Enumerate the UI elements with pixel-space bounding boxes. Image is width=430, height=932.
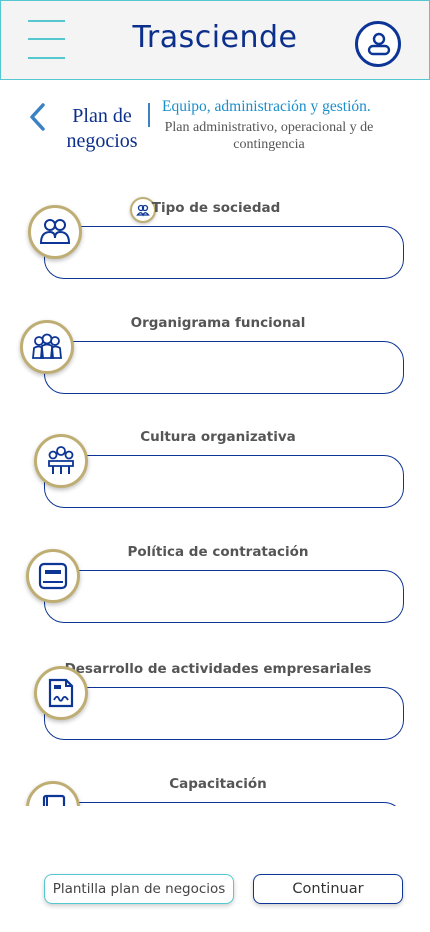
capacitacion-input[interactable]: [44, 802, 404, 806]
section-title: Plan de negocios: [66, 105, 138, 152]
document-icon: [26, 549, 80, 603]
form-scroll-area[interactable]: Tipo de sociedad Organigrama funcional C…: [0, 180, 430, 806]
section-description: Plan administrativo, operacional y de co…: [164, 120, 374, 152]
desarrollo-input[interactable]: [44, 687, 404, 740]
chevron-left-icon: [30, 103, 45, 131]
field-label: Organigrama funcional: [130, 315, 306, 331]
team-icon: [20, 320, 74, 374]
field-label: Capacitación: [169, 776, 267, 792]
field-label: Política de contratación: [127, 544, 309, 560]
field-label: Cultura organizativa: [140, 429, 296, 445]
continue-button[interactable]: Continuar: [253, 874, 403, 904]
tipo-sociedad-input[interactable]: [44, 226, 404, 279]
menu-bar-bottom: [28, 57, 65, 59]
field-label: Tipo de sociedad: [151, 200, 281, 216]
group-culture-icon: [34, 434, 88, 488]
signed-document-icon: [34, 666, 88, 720]
template-download-button[interactable]: Plantilla plan de negocios: [44, 874, 234, 904]
profile-button[interactable]: [355, 21, 401, 67]
app-header: Trasciende: [0, 0, 430, 80]
section-subtitle: Equipo, administración y gestión.: [162, 98, 371, 115]
cultura-input[interactable]: [44, 455, 404, 508]
organigrama-input[interactable]: [44, 341, 404, 394]
back-button[interactable]: [28, 102, 50, 132]
politica-input[interactable]: [44, 570, 404, 623]
user-profile-icon: [367, 32, 391, 56]
partners-icon: [28, 205, 82, 259]
title-divider: [148, 103, 150, 127]
field-label: Desarrollo de actividades empresariales: [64, 661, 372, 677]
